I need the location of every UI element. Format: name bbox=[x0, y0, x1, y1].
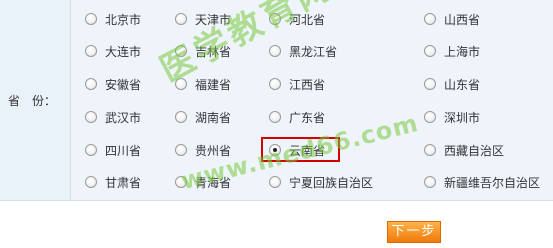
radio-option-label: 广东省 bbox=[289, 110, 326, 125]
radio-option-label: 天津市 bbox=[195, 12, 232, 27]
radio-option-tianjin[interactable]: 天津市 bbox=[175, 9, 231, 29]
radio-option-jiangxi[interactable]: 江西省 bbox=[269, 74, 325, 94]
radio-button[interactable] bbox=[269, 45, 281, 57]
radio-option-fujian[interactable]: 福建省 bbox=[175, 74, 231, 94]
radio-option-label: 甘肃省 bbox=[105, 175, 142, 190]
radio-option-shanxi[interactable]: 山西省 bbox=[424, 9, 480, 29]
radio-option-guangdong[interactable]: 广东省 bbox=[269, 107, 325, 127]
radio-option-label: 安徽省 bbox=[105, 77, 142, 92]
radio-button[interactable] bbox=[175, 45, 187, 57]
radio-button[interactable] bbox=[175, 111, 187, 123]
next-step-button[interactable]: 下一步 bbox=[387, 221, 441, 243]
radio-button[interactable] bbox=[269, 176, 281, 188]
radio-option-label: 贵州省 bbox=[195, 143, 232, 158]
radio-button[interactable] bbox=[269, 111, 281, 123]
radio-option-shandong[interactable]: 山东省 bbox=[424, 74, 480, 94]
radio-button[interactable] bbox=[175, 78, 187, 90]
selection-highlight-box bbox=[261, 137, 340, 162]
radio-option-label: 北京市 bbox=[105, 12, 142, 27]
radio-option-label: 四川省 bbox=[105, 143, 142, 158]
radio-option-label: 河北省 bbox=[289, 12, 326, 27]
radio-button[interactable] bbox=[85, 45, 97, 57]
radio-option-label: 大连市 bbox=[105, 44, 142, 59]
radio-option-label: 上海市 bbox=[444, 44, 481, 59]
radio-button[interactable] bbox=[85, 78, 97, 90]
radio-option-label: 山西省 bbox=[444, 12, 481, 27]
province-label-cell: 省 份： bbox=[0, 0, 71, 200]
radio-button[interactable] bbox=[269, 13, 281, 25]
radio-option-beijing[interactable]: 北京市 bbox=[85, 9, 141, 29]
radio-option-anhui[interactable]: 安徽省 bbox=[85, 74, 141, 94]
radio-option-label: 黑龙江省 bbox=[289, 44, 338, 59]
radio-button[interactable] bbox=[424, 78, 436, 90]
radio-option-label: 深圳市 bbox=[444, 110, 481, 125]
radio-option-shanghai[interactable]: 上海市 bbox=[424, 41, 480, 61]
radio-option-label: 湖南省 bbox=[195, 110, 232, 125]
radio-option-label: 武汉市 bbox=[105, 110, 142, 125]
radio-option-heilongjiang[interactable]: 黑龙江省 bbox=[269, 41, 337, 61]
radio-button[interactable] bbox=[175, 144, 187, 156]
radio-option-label: 山东省 bbox=[444, 77, 481, 92]
radio-option-label: 青海省 bbox=[195, 175, 232, 190]
radio-option-hebei[interactable]: 河北省 bbox=[269, 9, 325, 29]
radio-option-label: 福建省 bbox=[195, 77, 232, 92]
radio-option-ningxia[interactable]: 宁夏回族自治区 bbox=[269, 172, 373, 192]
radio-option-label: 宁夏回族自治区 bbox=[289, 175, 374, 190]
radio-option-shenzhen[interactable]: 深圳市 bbox=[424, 107, 480, 127]
radio-button[interactable] bbox=[424, 176, 436, 188]
radio-option-sichuan[interactable]: 四川省 bbox=[85, 140, 141, 160]
radio-option-label: 西藏自治区 bbox=[444, 143, 505, 158]
radio-option-dalian[interactable]: 大连市 bbox=[85, 41, 141, 61]
radio-option-xinjiang[interactable]: 新疆维吾尔自治区 bbox=[424, 172, 540, 192]
radio-button[interactable] bbox=[85, 111, 97, 123]
radio-option-jilin[interactable]: 吉林省 bbox=[175, 41, 231, 61]
radio-option-label: 江西省 bbox=[289, 77, 326, 92]
radio-button[interactable] bbox=[175, 13, 187, 25]
radio-button[interactable] bbox=[85, 176, 97, 188]
radio-button[interactable] bbox=[424, 111, 436, 123]
radio-button[interactable] bbox=[424, 144, 436, 156]
province-selection-panel: 省 份： 北京市 天津市 河北省 山西省 大连市 吉林省 黑龙江省 上海市 安徽… bbox=[0, 0, 553, 201]
radio-button[interactable] bbox=[175, 176, 187, 188]
radio-button[interactable] bbox=[85, 144, 97, 156]
radio-option-gansu[interactable]: 甘肃省 bbox=[85, 172, 141, 192]
radio-button[interactable] bbox=[269, 78, 281, 90]
radio-option-hunan[interactable]: 湖南省 bbox=[175, 107, 231, 127]
radio-option-label: 吉林省 bbox=[195, 44, 232, 59]
radio-option-qinghai[interactable]: 青海省 bbox=[175, 172, 231, 192]
radio-option-tibet[interactable]: 西藏自治区 bbox=[424, 140, 504, 160]
radio-button[interactable] bbox=[85, 13, 97, 25]
radio-button[interactable] bbox=[424, 45, 436, 57]
radio-button[interactable] bbox=[424, 13, 436, 25]
radio-option-label: 新疆维吾尔自治区 bbox=[444, 175, 541, 190]
radio-option-guizhou[interactable]: 贵州省 bbox=[175, 140, 231, 160]
radio-option-wuhan[interactable]: 武汉市 bbox=[85, 107, 141, 127]
province-field-label: 省 份： bbox=[8, 94, 57, 108]
